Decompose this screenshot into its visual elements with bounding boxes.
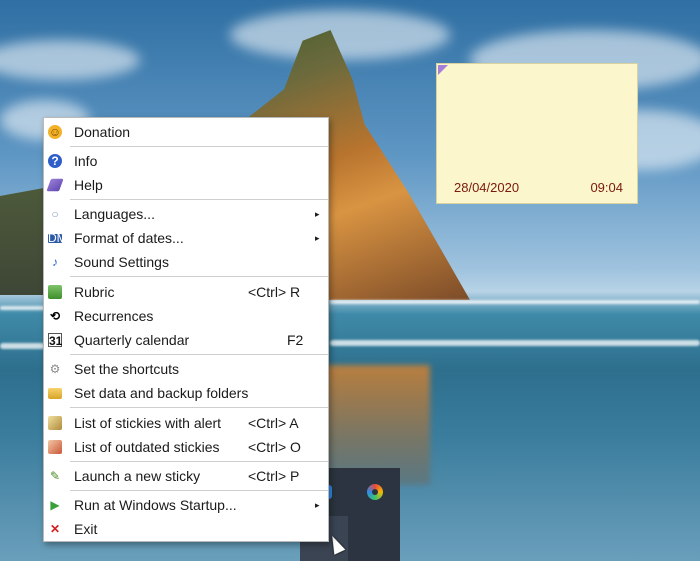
shortcut-label: <Ctrl> R	[248, 284, 301, 300]
music-note-icon: ♪	[52, 255, 58, 269]
menu-item-recurrences[interactable]: ⟲ Recurrences	[44, 304, 328, 328]
speech-bubble-icon: ○	[51, 207, 59, 221]
menu-separator	[70, 199, 328, 200]
submenu-arrow-icon: ▸	[315, 208, 320, 219]
menu-separator	[70, 490, 328, 491]
menu-item-sound-settings[interactable]: ♪ Sound Settings	[44, 250, 328, 274]
menu-item-launch-sticky[interactable]: ✎ Launch a new sticky <Ctrl> P	[44, 464, 328, 488]
menu-item-outdated-stickies[interactable]: List of outdated stickies <Ctrl> O	[44, 435, 328, 459]
new-sticky-icon: ✎	[49, 469, 61, 483]
sticky-date: 28/04/2020	[454, 180, 520, 195]
menu-separator	[70, 276, 328, 277]
submenu-arrow-icon: ▸	[315, 499, 320, 510]
menu-separator	[70, 354, 328, 355]
close-icon: ✕	[49, 522, 61, 536]
shortcut-label: F2	[287, 332, 304, 348]
menu-item-stickies-with-alert[interactable]: List of stickies with alert <Ctrl> A	[44, 411, 328, 435]
context-menu: ☺ Donation ? Info Help ○ Languages... ▸ …	[43, 117, 329, 542]
play-icon: ▶	[50, 498, 60, 512]
book-icon	[46, 178, 64, 192]
green-book-icon	[48, 285, 62, 299]
sticky-time: 09:04	[590, 180, 623, 195]
shortcut-label: <Ctrl> P	[248, 468, 300, 484]
submenu-arrow-icon: ▸	[315, 232, 320, 243]
menu-separator	[70, 146, 328, 147]
menu-separator	[70, 407, 328, 408]
menu-item-donation[interactable]: ☺ Donation	[44, 120, 328, 144]
repeat-icon: ⟲	[49, 309, 61, 323]
sticky-corner-icon	[438, 65, 448, 75]
menu-item-format-of-dates[interactable]: DMY Format of dates... ▸	[44, 226, 328, 250]
menu-item-info[interactable]: ? Info	[44, 149, 328, 173]
menu-item-languages[interactable]: ○ Languages... ▸	[44, 202, 328, 226]
menu-item-run-at-startup[interactable]: ▶ Run at Windows Startup... ▸	[44, 493, 328, 517]
shortcut-label: <Ctrl> A	[248, 415, 299, 431]
menu-item-set-shortcuts[interactable]: ⚙ Set the shortcuts	[44, 357, 328, 381]
gear-icon: ⚙	[49, 362, 61, 376]
date-format-icon: DMY	[48, 231, 75, 245]
menu-item-rubric[interactable]: Rubric <Ctrl> R	[44, 280, 328, 304]
menu-item-set-folders[interactable]: Set data and backup folders	[44, 381, 328, 405]
menu-item-help[interactable]: Help	[44, 173, 328, 197]
outdated-list-icon	[48, 440, 62, 454]
sticky-note[interactable]: 28/04/2020 09:04	[436, 63, 638, 204]
folder-icon	[48, 388, 62, 399]
calendar-icon: 31	[48, 333, 63, 348]
tray-colorful-app-icon[interactable]	[367, 484, 383, 500]
shortcut-label: <Ctrl> O	[248, 439, 301, 455]
alert-list-icon	[48, 416, 62, 430]
info-icon: ?	[48, 154, 62, 168]
menu-separator	[70, 461, 328, 462]
menu-item-exit[interactable]: ✕ Exit	[44, 517, 328, 541]
smiley-icon: ☺	[48, 125, 62, 139]
menu-item-quarterly-calendar[interactable]: 31 Quarterly calendar F2	[44, 328, 328, 352]
